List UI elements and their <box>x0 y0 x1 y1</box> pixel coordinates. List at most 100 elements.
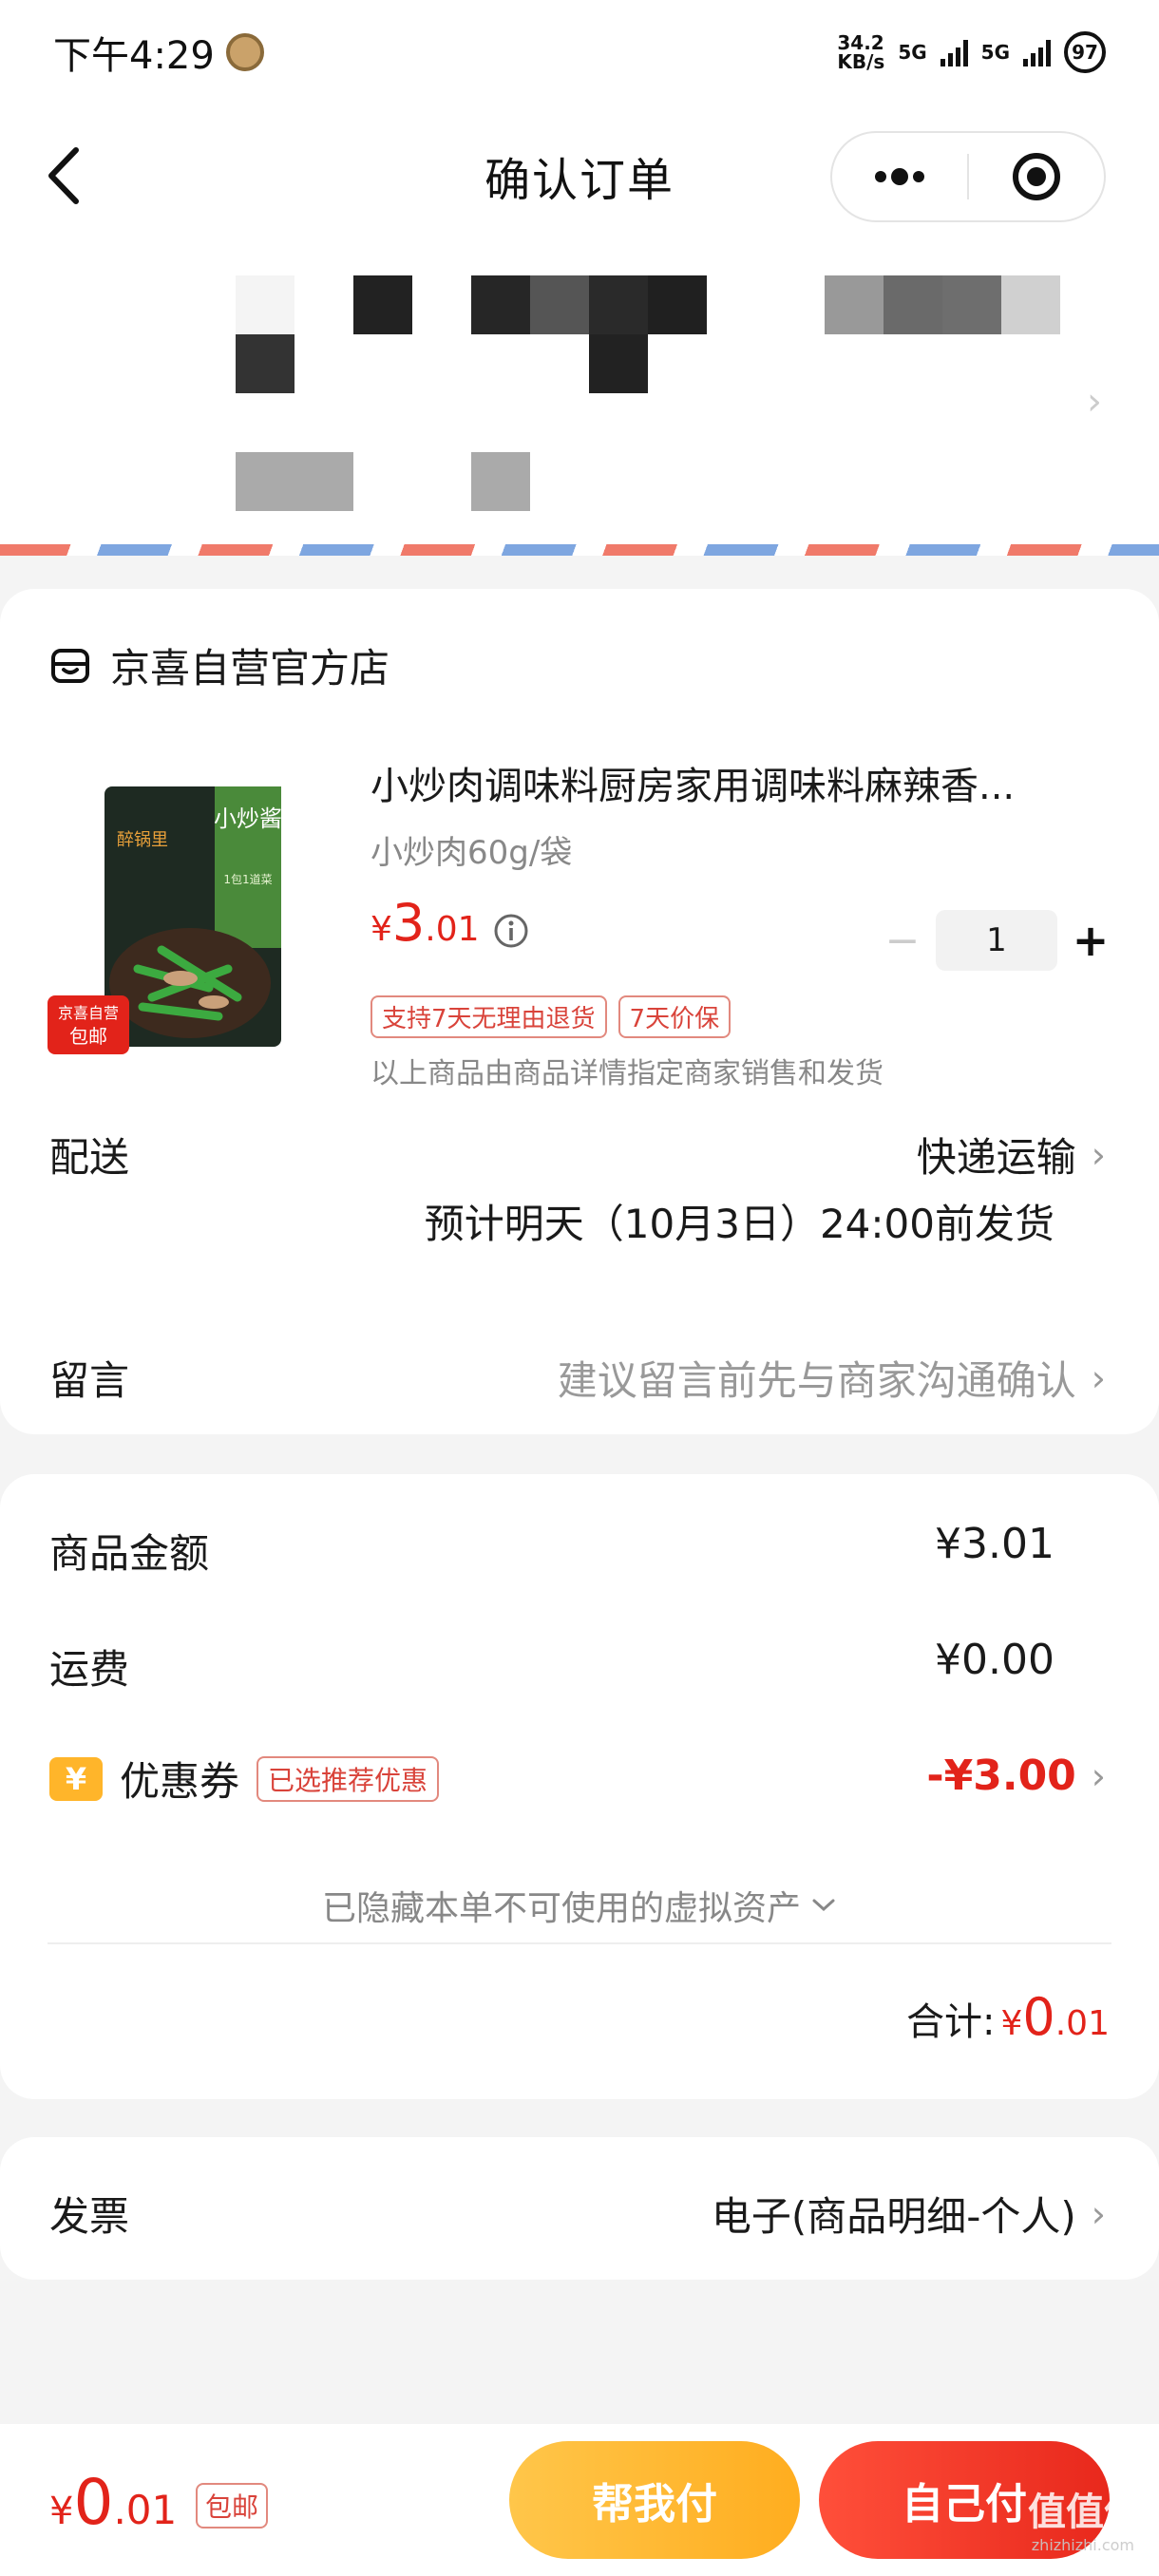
mosaic-block <box>530 275 589 334</box>
watermark-logo: 值值值 <box>1028 2491 1142 2534</box>
chevron-down-icon <box>812 1899 835 1912</box>
chevron-right-icon: › <box>1091 1133 1106 1176</box>
bottom-price-symbol: ¥ <box>49 2490 74 2533</box>
delivery-estimate-text: 预计明天（10月3日）24:00前发货 <box>424 1201 1054 1247</box>
battery-level: 97 <box>1072 41 1098 64</box>
quantity-stepper: − 1 + <box>869 910 1124 971</box>
total-label: 合计: <box>905 2000 996 2044</box>
net-speed: 34.2 KB/s <box>837 33 884 71</box>
bottom-price-int: 0 <box>73 2466 114 2539</box>
hidden-assets-toggle[interactable]: 已隐藏本单不可使用的虚拟资产 <box>0 1881 1159 1930</box>
coupon-value: -¥3.00 <box>926 1752 1076 1800</box>
invoice-value: 电子(商品明细-个人) <box>711 2193 1076 2240</box>
seller-note: 以上商品由商品详情指定商家销售和发货 <box>370 1057 884 1090</box>
status-bar: 下午4:29 34.2 KB/s 5G 5G 97 <box>0 0 1159 104</box>
watermark-url: zhizhizhi.com <box>1031 2536 1134 2554</box>
product-spec: 小炒肉60g/袋 <box>370 834 573 872</box>
product-image[interactable]: 小炒酱 1包1道菜 醉锅里 京喜自营 包邮 <box>48 779 285 1054</box>
total-row: 合计: ¥ 0 .01 <box>906 1987 1110 2047</box>
decrease-quantity-button[interactable]: − <box>869 910 936 971</box>
address-chevron-icon: › <box>1087 380 1102 424</box>
notification-emoji-icon <box>225 33 264 71</box>
mosaic-block <box>236 275 294 334</box>
chevron-right-icon: › <box>1091 1754 1106 1797</box>
delivery-label: 配送 <box>49 1134 130 1181</box>
status-left: 下午4:29 <box>53 25 264 80</box>
coupon-icon: ¥ <box>49 1756 103 1801</box>
battery-icon: 97 <box>1064 31 1106 73</box>
bottom-price: ¥ 0 .01 <box>49 2466 177 2539</box>
mosaic-block <box>942 275 1001 334</box>
airmail-border <box>0 544 1159 556</box>
message-input[interactable]: 建议留言前先与商家沟通确认 › <box>558 1349 1106 1407</box>
nav-bar: 确认订单 <box>0 104 1159 247</box>
mosaic-block <box>589 334 648 393</box>
message-placeholder: 建议留言前先与商家沟通确认 <box>557 1357 1076 1404</box>
tag-price-protect: 7天价保 <box>618 995 732 1038</box>
delivery-method: 快递运输 <box>916 1134 1076 1181</box>
more-dots-icon <box>875 168 924 185</box>
network-label-1: 5G <box>898 41 927 64</box>
product-brand: 醉锅里 <box>117 830 168 850</box>
coupon-value-row[interactable]: -¥3.00 › <box>926 1752 1106 1800</box>
chevron-right-icon: › <box>1091 1356 1106 1399</box>
price-symbol: ¥ <box>370 910 392 949</box>
target-close-icon <box>1013 153 1060 200</box>
network-label-2: 5G <box>980 41 1010 64</box>
quantity-value[interactable]: 1 <box>936 910 1057 971</box>
bottom-price-dec: .01 <box>113 2487 178 2533</box>
product-sub-text: 1包1道菜 <box>223 873 272 886</box>
close-miniapp-button[interactable] <box>969 133 1104 220</box>
net-speed-unit: KB/s <box>837 50 885 73</box>
goods-amount-label: 商品金额 <box>49 1530 210 1577</box>
invoice-card[interactable]: 发票 电子(商品明细-个人) › <box>0 2137 1159 2280</box>
back-arrow-icon[interactable] <box>38 142 95 209</box>
mosaic-block <box>236 334 294 393</box>
signal-icon-2 <box>1023 38 1051 66</box>
mosaic-block <box>884 275 942 334</box>
mosaic-block <box>353 275 412 334</box>
service-tags: 支持7天无理由退货 7天价保 <box>370 995 732 1038</box>
product-price: ¥ 3 .01 <box>370 893 480 953</box>
mosaic-block <box>471 275 530 334</box>
mosaic-block <box>589 275 648 334</box>
store-card: 京喜自营官方店 小炒酱 1包1道菜 醉锅里 京喜自营 包邮 小炒肉调味料厨房家用… <box>0 589 1159 1434</box>
miniapp-capsule <box>830 131 1106 222</box>
shipping-value: ¥0.00 <box>935 1636 1054 1684</box>
shipping-label: 运费 <box>49 1646 130 1693</box>
price-dec: .01 <box>425 910 480 949</box>
total-dec: .01 <box>1054 2004 1110 2043</box>
mosaic-block <box>1001 275 1060 334</box>
page-title: 确认订单 <box>484 154 674 207</box>
image-badge-bottom: 包邮 <box>69 1025 107 1048</box>
status-right: 34.2 KB/s 5G 5G 97 <box>837 31 1106 73</box>
mosaic-block <box>825 275 884 334</box>
net-speed-value: 34.2 <box>837 31 884 54</box>
free-shipping-tag: 包邮 <box>196 2483 269 2529</box>
increase-quantity-button[interactable]: + <box>1057 910 1124 971</box>
address-section[interactable]: › <box>0 247 1159 556</box>
delivery-method-row[interactable]: 快递运输 › <box>917 1126 1106 1184</box>
hidden-assets-text: 已隐藏本单不可使用的虚拟资产 <box>321 1889 801 1928</box>
total-int: 0 <box>1022 1987 1055 2047</box>
product-side-text: 小炒酱 <box>214 805 282 832</box>
invoice-label: 发票 <box>49 2193 130 2240</box>
coupon-row-left: ¥ 优惠券 已选推荐优惠 <box>49 1750 440 1808</box>
chevron-right-icon: › <box>1091 2192 1106 2235</box>
coupon-label: 优惠券 <box>120 1758 240 1805</box>
mosaic-block <box>471 452 530 511</box>
bottom-action-bar: ¥ 0 .01 包邮 帮我付 自己付 值值值 zhizhizhi.com <box>0 2424 1159 2576</box>
shipping-text: ¥0.00 <box>935 1636 1054 1684</box>
price-info-icon[interactable] <box>492 912 530 950</box>
help-pay-button[interactable]: 帮我付 <box>509 2441 800 2559</box>
store-name: 京喜自营官方店 <box>110 645 390 691</box>
product-title[interactable]: 小炒肉调味料厨房家用调味料麻辣香... <box>370 755 1112 810</box>
invoice-value-row[interactable]: 电子(商品明细-个人) › <box>712 2185 1106 2243</box>
more-button[interactable] <box>832 133 967 220</box>
tag-seven-day-return: 支持7天无理由退货 <box>370 995 607 1038</box>
coupon-tag: 已选推荐优惠 <box>256 1755 440 1802</box>
divider <box>48 1942 1112 1944</box>
store-header[interactable]: 京喜自营官方店 <box>49 636 390 694</box>
goods-amount-value: ¥3.01 <box>935 1520 1054 1568</box>
price-int: 3 <box>391 893 426 953</box>
